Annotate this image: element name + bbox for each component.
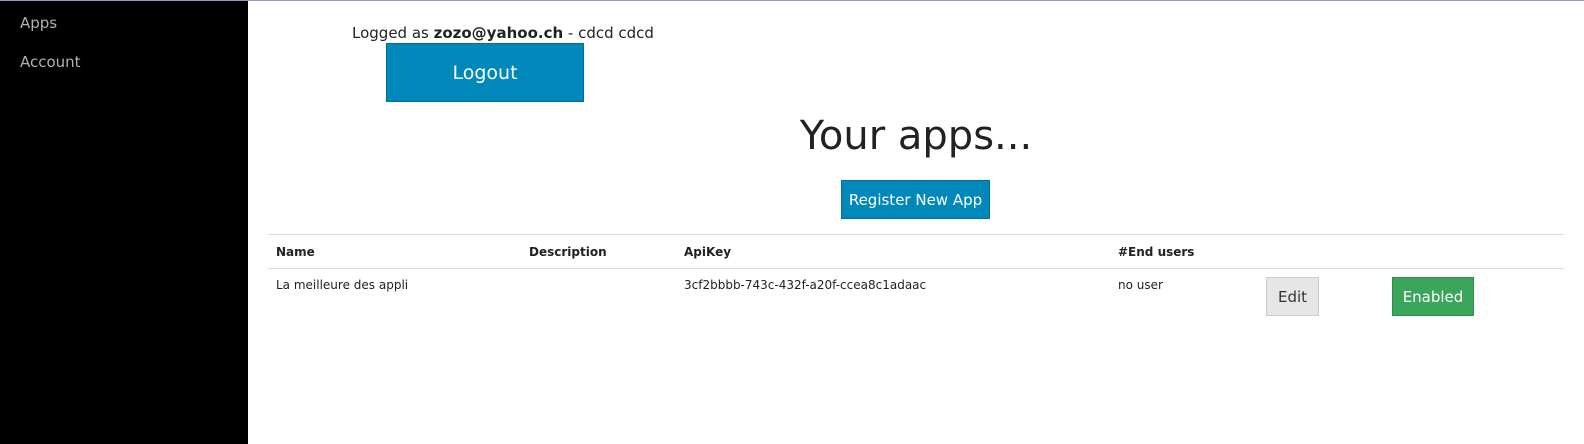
table-row: La meilleure des appli 3cf2bbbb-743c-432… bbox=[268, 269, 1564, 319]
sidebar: Apps Account bbox=[0, 1, 248, 444]
enabled-toggle-button[interactable]: Enabled bbox=[1392, 277, 1474, 316]
logged-as-label: Logged as bbox=[352, 24, 434, 42]
status-cell: Enabled bbox=[1384, 269, 1564, 319]
main-content: Logged as zozo@yahoo.ch - cdcd cdcd Logo… bbox=[248, 1, 1584, 444]
sidebar-item-account[interactable]: Account bbox=[20, 53, 81, 71]
sidebar-item-apps[interactable]: Apps bbox=[20, 14, 57, 32]
column-header-name: Name bbox=[268, 234, 521, 269]
column-header-end-users: #End users bbox=[1110, 234, 1258, 269]
column-header-status bbox=[1384, 234, 1564, 269]
edit-cell: Edit bbox=[1258, 269, 1384, 319]
column-header-edit bbox=[1258, 234, 1384, 269]
logout-button[interactable]: Logout bbox=[386, 43, 584, 102]
user-email: zozo@yahoo.ch bbox=[433, 24, 564, 42]
column-header-description: Description bbox=[521, 234, 676, 269]
apps-table: Name Description ApiKey #End users La me… bbox=[268, 234, 1564, 319]
app-description-cell bbox=[521, 269, 676, 319]
edit-button[interactable]: Edit bbox=[1266, 277, 1319, 316]
register-new-app-button[interactable]: Register New App bbox=[841, 180, 990, 219]
app-name-cell: La meilleure des appli bbox=[276, 278, 409, 292]
app-end-users-cell: no user bbox=[1118, 278, 1163, 292]
column-header-apikey: ApiKey bbox=[676, 234, 1110, 269]
page-title: Your apps... bbox=[799, 113, 1033, 159]
table-header-row: Name Description ApiKey #End users bbox=[268, 234, 1564, 269]
logged-in-status: Logged as zozo@yahoo.ch - cdcd cdcd bbox=[352, 24, 654, 42]
user-name: - cdcd cdcd bbox=[563, 24, 654, 42]
app-apikey-cell: 3cf2bbbb-743c-432f-a20f-ccea8c1adaac bbox=[684, 278, 927, 292]
